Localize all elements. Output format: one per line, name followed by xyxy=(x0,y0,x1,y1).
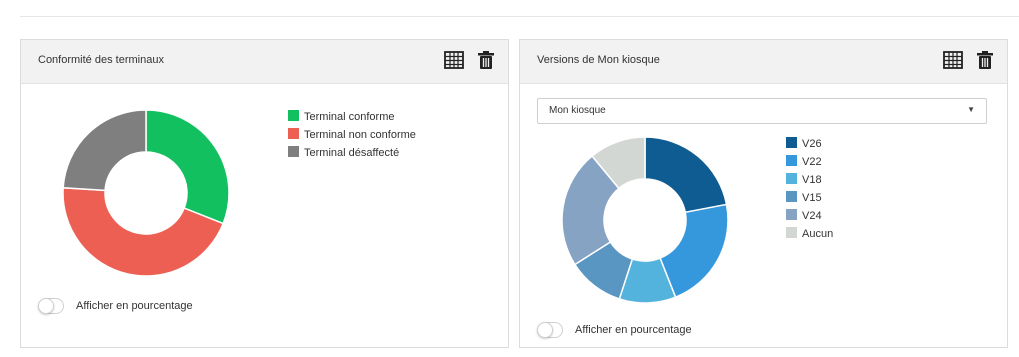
legend-item-desaffecte[interactable]: Terminal désaffecté xyxy=(288,144,416,162)
legend-swatch xyxy=(786,137,797,148)
panel-kiosk-versions: Versions de Mon kiosque Mon kiosque ▼ V2… xyxy=(519,39,1008,348)
donut-slice-terminal-d-saffect-[interactable] xyxy=(62,109,147,192)
legend-label: V22 xyxy=(802,156,822,168)
percentage-toggle[interactable] xyxy=(38,298,64,314)
trash-icon[interactable] xyxy=(976,50,996,72)
caret-down-icon: ▼ xyxy=(967,105,975,114)
kiosk-select[interactable]: Mon kiosque ▼ xyxy=(537,98,987,124)
legend-label: V26 xyxy=(802,138,822,150)
legend-item-aucun[interactable]: Aucun xyxy=(786,225,833,243)
legend-swatch xyxy=(288,146,299,157)
legend-item-v24[interactable]: V24 xyxy=(786,207,833,225)
table-grid-icon[interactable] xyxy=(444,50,464,72)
legend-swatch xyxy=(288,128,299,139)
donut-chart-kiosk-versions xyxy=(561,136,729,304)
percentage-toggle-row: Afficher en pourcentage xyxy=(537,322,692,338)
legend-swatch xyxy=(786,191,797,202)
legend-label: Terminal désaffecté xyxy=(304,147,400,159)
legend-item-v18[interactable]: V18 xyxy=(786,171,833,189)
legend-label: V18 xyxy=(802,174,822,186)
legend: V26 V22 V18 V15 V24 Aucun xyxy=(786,135,833,243)
legend-item-non-conforme[interactable]: Terminal non conforme xyxy=(288,126,416,144)
donut-chart-terminal-compliance xyxy=(62,109,230,277)
legend: Terminal conforme Terminal non conforme … xyxy=(288,108,416,162)
legend-item-v15[interactable]: V15 xyxy=(786,189,833,207)
legend-item-conforme[interactable]: Terminal conforme xyxy=(288,108,416,126)
legend-swatch xyxy=(786,209,797,220)
legend-swatch xyxy=(786,227,797,238)
kiosk-select-value: Mon kiosque xyxy=(549,105,606,116)
table-grid-icon[interactable] xyxy=(943,50,963,72)
trash-icon[interactable] xyxy=(477,50,497,72)
top-divider xyxy=(20,16,1019,17)
panel-terminal-compliance: Conformité des terminaux Terminal confor… xyxy=(20,39,509,348)
percentage-toggle-label: Afficher en pourcentage xyxy=(76,299,193,312)
legend-swatch xyxy=(288,110,299,121)
legend-label: V15 xyxy=(802,192,822,204)
legend-label: Aucun xyxy=(802,228,834,240)
donut-slice-v26[interactable] xyxy=(644,136,728,214)
panel-header: Versions de Mon kiosque xyxy=(520,40,1007,84)
legend-label: Terminal conforme xyxy=(304,111,395,123)
panel-header: Conformité des terminaux xyxy=(21,40,508,84)
panel-title: Versions de Mon kiosque xyxy=(537,54,660,66)
legend-swatch xyxy=(786,173,797,184)
legend-swatch xyxy=(786,155,797,166)
legend-label: Terminal non conforme xyxy=(304,129,416,141)
legend-label: V24 xyxy=(802,210,822,222)
donut-slice-terminal-conforme[interactable] xyxy=(145,109,230,225)
percentage-toggle-row: Afficher en pourcentage xyxy=(38,298,193,314)
percentage-toggle[interactable] xyxy=(537,322,563,338)
legend-item-v22[interactable]: V22 xyxy=(786,153,833,171)
panel-title: Conformité des terminaux xyxy=(38,54,164,66)
percentage-toggle-label: Afficher en pourcentage xyxy=(575,323,692,336)
legend-item-v26[interactable]: V26 xyxy=(786,135,833,153)
